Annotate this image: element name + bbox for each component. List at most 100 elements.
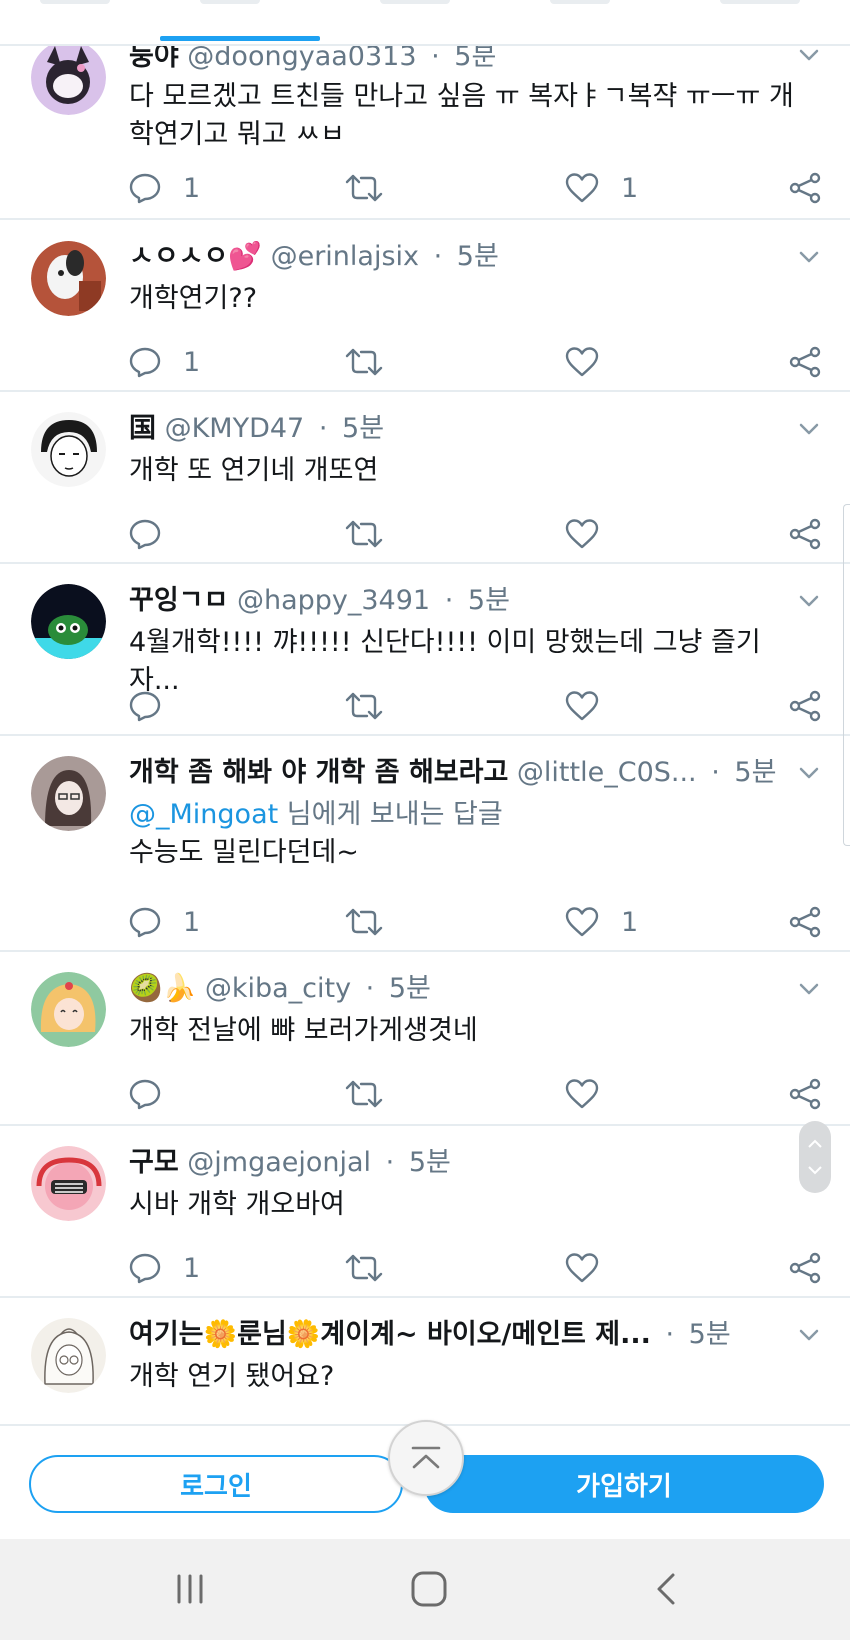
timeline[interactable]: 둥야 @doongyaa0313 · 5분 다 모르겠고 트친들 만나고 싶음 … (0, 44, 850, 1424)
recent-apps-button[interactable] (160, 1564, 220, 1614)
avatar[interactable] (31, 972, 106, 1047)
like-button[interactable] (565, 1074, 621, 1114)
separator-dot: · (444, 585, 454, 616)
tweet-actions: 1 (129, 1248, 822, 1288)
handle[interactable]: @little_C0S... (517, 757, 697, 788)
tab-stub[interactable] (550, 0, 610, 4)
timestamp[interactable]: 5분 (454, 44, 496, 72)
reply-button[interactable]: 1 (129, 902, 200, 942)
chevron-down-icon[interactable] (798, 1324, 820, 1346)
avatar[interactable] (31, 1318, 106, 1393)
avatar[interactable] (31, 756, 106, 831)
tweet-text: 개학 전날에 뺘 보러가게생겻네 (129, 1012, 810, 1050)
display-name[interactable]: 구모 (129, 1147, 179, 1178)
timestamp[interactable]: 5분 (689, 1319, 731, 1350)
scroll-to-top-button[interactable] (388, 1420, 464, 1496)
tweet[interactable]: 구모 @jmgaejonjal · 5분 시바 개학 개오바여 1 (0, 1124, 850, 1298)
reply-button[interactable] (129, 1074, 183, 1114)
handle[interactable]: @doongyaa0313 (187, 44, 416, 72)
timestamp[interactable]: 5분 (389, 973, 431, 1004)
tweet[interactable]: 둥야 @doongyaa0313 · 5분 다 모르겠고 트친들 만나고 싶음 … (0, 44, 850, 220)
timestamp[interactable]: 5분 (457, 241, 499, 272)
tab-stub[interactable] (720, 0, 800, 4)
share-icon (789, 1078, 821, 1110)
chevron-down-icon[interactable] (798, 44, 820, 66)
handle[interactable]: @kiba_city (205, 973, 351, 1004)
display-name[interactable]: 여기는🌼룬님🌼계이계~ 바이오/메인트 제... (129, 1319, 651, 1350)
mention-link[interactable]: @_Mingoat (129, 799, 278, 830)
separator-dot: · (711, 757, 720, 788)
scroll-track[interactable] (843, 504, 850, 846)
like-button[interactable] (565, 686, 621, 726)
handle[interactable]: @erinlajsix (271, 241, 419, 272)
avatar[interactable] (31, 241, 106, 316)
tab-stub[interactable] (200, 0, 260, 4)
chevron-down-icon[interactable] (798, 762, 820, 784)
login-button[interactable]: 로그인 (29, 1455, 403, 1513)
timestamp[interactable]: 5분 (342, 413, 384, 444)
home-button[interactable] (399, 1564, 459, 1614)
like-button[interactable]: 1 (565, 168, 638, 208)
tweet[interactable]: 国 @KMYD47 · 5분 개학 또 연기네 개또연 (0, 390, 850, 564)
avatar[interactable] (31, 44, 106, 115)
chevron-down-icon[interactable] (798, 418, 820, 440)
reply-button[interactable] (129, 514, 183, 554)
tweet[interactable]: 여기는🌼룬님🌼계이계~ 바이오/메인트 제... · 5분 개학 연기 됐어요? (0, 1296, 850, 1424)
tweet[interactable]: 개학 좀 해봐 야 개학 좀 해보라고 @little_C0S... · 5분 … (0, 734, 850, 952)
scroll-to-top-icon (411, 1446, 441, 1469)
display-name[interactable]: ㅅㅇㅅㅇ💕 (129, 241, 262, 272)
chevron-down-icon[interactable] (798, 246, 820, 268)
avatar[interactable] (31, 1146, 106, 1221)
share-icon (789, 346, 821, 378)
chevron-down-icon[interactable] (798, 978, 820, 1000)
share-button[interactable] (788, 1248, 822, 1288)
share-button[interactable] (788, 168, 822, 208)
avatar[interactable] (31, 584, 106, 659)
retweet-button[interactable] (345, 168, 383, 208)
retweet-button[interactable] (345, 514, 383, 554)
handle[interactable]: @KMYD47 (165, 413, 305, 444)
tweet-text-line: 시바 개학 개오바여 (129, 1189, 345, 1220)
timestamp[interactable]: 5분 (734, 757, 776, 788)
display-name[interactable]: 国 (129, 413, 156, 444)
avatar[interactable] (31, 412, 106, 487)
tweet[interactable]: 🥝🍌 @kiba_city · 5분 개학 전날에 뺘 보러가게생겻네 (0, 950, 850, 1126)
retweet-button[interactable] (345, 1248, 383, 1288)
back-button[interactable] (636, 1564, 696, 1614)
tab-stub[interactable] (40, 0, 110, 4)
share-button[interactable] (788, 686, 822, 726)
like-button[interactable]: 1 (565, 902, 638, 942)
display-name[interactable]: 개학 좀 해봐 야 개학 좀 해보라고 (129, 757, 508, 788)
reply-to-label: 님에게 보내는 답글 (278, 799, 503, 830)
tab-stub[interactable] (380, 0, 450, 4)
reply-button[interactable]: 1 (129, 1248, 200, 1288)
share-button[interactable] (788, 514, 822, 554)
retweet-button[interactable] (345, 686, 383, 726)
fast-scroll-thumb[interactable] (799, 1121, 831, 1193)
display-name[interactable]: 🥝🍌 (129, 973, 196, 1004)
active-tab-indicator (160, 36, 320, 41)
display-name[interactable]: 둥야 (129, 44, 179, 72)
retweet-button[interactable] (345, 342, 383, 382)
like-button[interactable] (565, 342, 621, 382)
reply-button[interactable] (129, 686, 183, 726)
retweet-button[interactable] (345, 1074, 383, 1114)
reply-button[interactable]: 1 (129, 168, 200, 208)
tweet[interactable]: ㅅㅇㅅㅇ💕 @erinlajsix · 5분 개학연기?? 1 (0, 218, 850, 392)
tweet-text-line: 학연기고 뭐고 ㅆㅂ (129, 119, 345, 150)
tweet[interactable]: 꾸잉ㄱㅁ @happy_3491 · 5분 4월개학!!!! 꺄!!!!! 신단… (0, 562, 850, 736)
display-name[interactable]: 꾸잉ㄱㅁ (129, 585, 228, 616)
like-button[interactable] (565, 1248, 621, 1288)
like-button[interactable] (565, 514, 621, 554)
signup-button[interactable]: 가입하기 (424, 1455, 824, 1513)
handle[interactable]: @jmgaejonjal (187, 1147, 371, 1178)
timestamp[interactable]: 5분 (468, 585, 510, 616)
timestamp[interactable]: 5분 (409, 1147, 451, 1178)
share-button[interactable] (788, 342, 822, 382)
reply-button[interactable]: 1 (129, 342, 200, 382)
share-button[interactable] (788, 902, 822, 942)
handle[interactable]: @happy_3491 (237, 585, 430, 616)
retweet-button[interactable] (345, 902, 383, 942)
chevron-down-icon[interactable] (798, 590, 820, 612)
share-button[interactable] (788, 1074, 822, 1114)
